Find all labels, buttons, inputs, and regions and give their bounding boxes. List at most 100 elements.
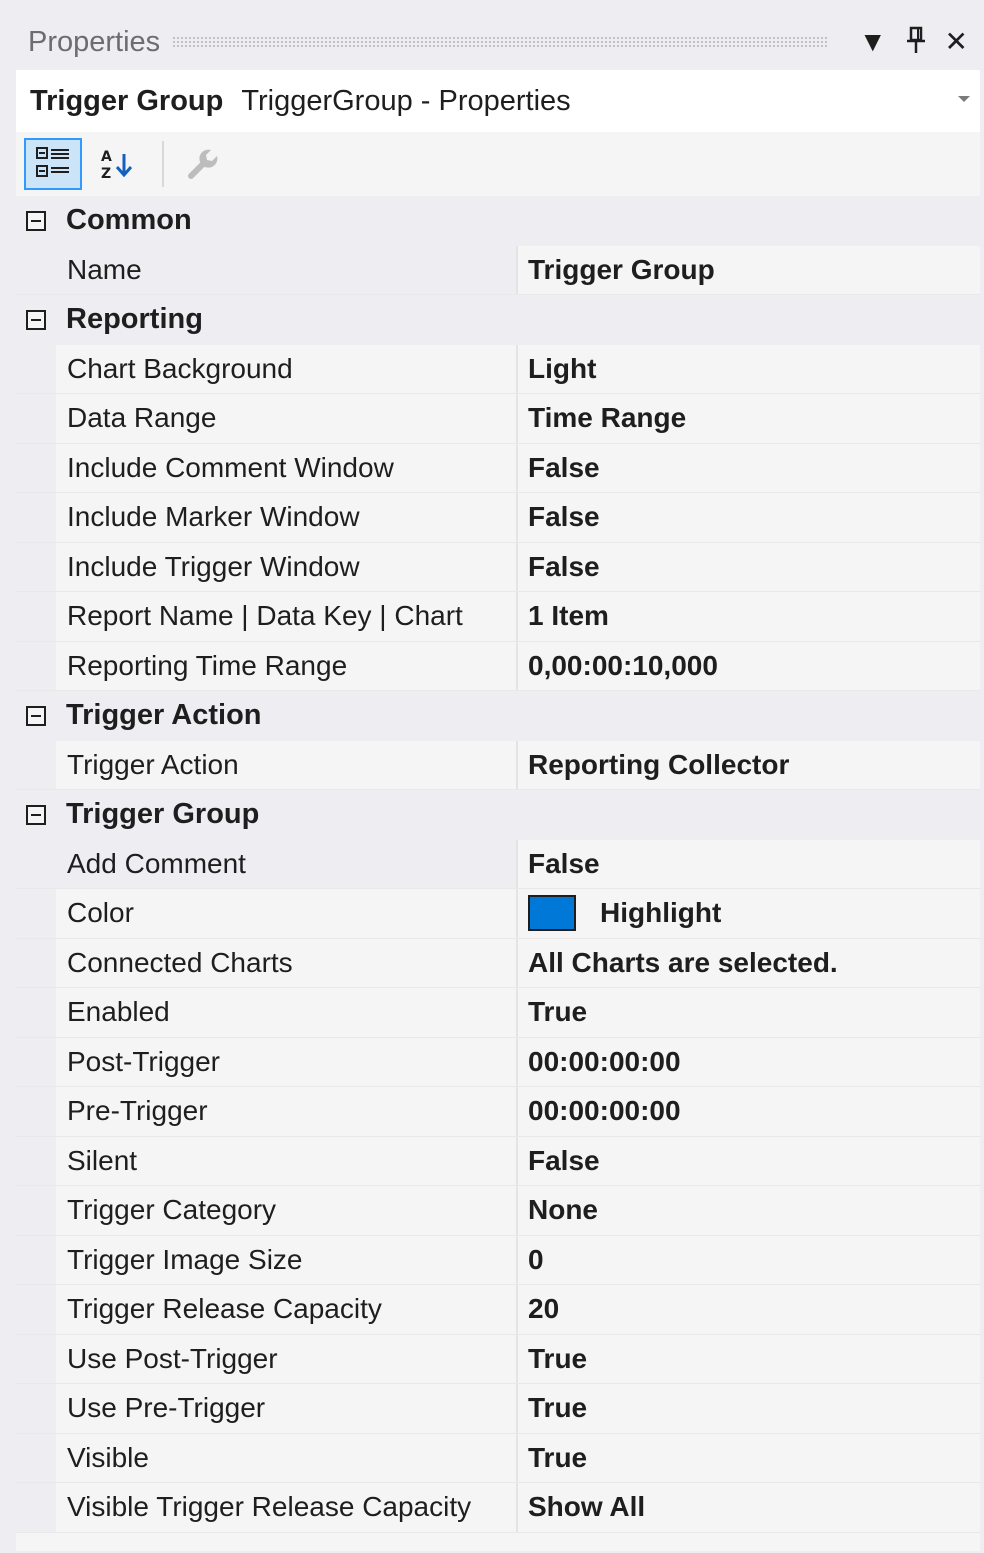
- property-name[interactable]: Name: [56, 245, 518, 294]
- property-value[interactable]: Time Range: [518, 394, 980, 443]
- property-value-text: None: [528, 1194, 598, 1226]
- property-row-connected-charts[interactable]: Connected Charts All Charts are selected.: [16, 938, 980, 988]
- property-name[interactable]: Trigger Category: [56, 1186, 518, 1235]
- property-value[interactable]: Highlight: [518, 889, 980, 938]
- object-selector[interactable]: Trigger Group TriggerGroup - Properties: [16, 70, 980, 132]
- category-trigger-group[interactable]: Trigger Group: [16, 790, 980, 840]
- property-value[interactable]: False: [518, 443, 980, 492]
- drag-grip[interactable]: [172, 36, 827, 48]
- category-reporting[interactable]: Reporting: [16, 295, 980, 345]
- property-value[interactable]: True: [518, 1384, 980, 1433]
- property-value[interactable]: False: [518, 839, 980, 888]
- property-name[interactable]: Data Range: [56, 394, 518, 443]
- property-row-name[interactable]: Name Trigger Group: [16, 245, 980, 295]
- property-row-report-name-data-key-chart[interactable]: Report Name | Data Key | Chart 1 Item: [16, 592, 980, 642]
- property-row-use-pre-trigger[interactable]: Use Pre-Trigger True: [16, 1384, 980, 1434]
- collapse-icon[interactable]: [26, 705, 46, 726]
- property-row-enabled[interactable]: Enabled True: [16, 988, 980, 1038]
- property-name[interactable]: Include Trigger Window: [56, 542, 518, 591]
- property-row-visible[interactable]: Visible True: [16, 1433, 980, 1483]
- row-gutter: [16, 1384, 56, 1433]
- property-name[interactable]: Visible: [56, 1433, 518, 1482]
- property-row-trigger-image-size[interactable]: Trigger Image Size 0: [16, 1235, 980, 1285]
- property-row-data-range[interactable]: Data Range Time Range: [16, 394, 980, 444]
- property-name[interactable]: Visible Trigger Release Capacity: [56, 1483, 518, 1532]
- property-row-include-trigger-window[interactable]: Include Trigger Window False: [16, 542, 980, 592]
- category-common[interactable]: Common: [16, 196, 980, 246]
- property-row-color[interactable]: Color Highlight: [16, 889, 980, 939]
- properties-panel: Properties ▼ ✕ Trigger Group TriggerGrou…: [16, 14, 980, 1551]
- row-gutter: [16, 1433, 56, 1482]
- property-name[interactable]: Report Name | Data Key | Chart: [56, 592, 518, 641]
- collapse-icon[interactable]: [26, 804, 46, 825]
- property-name[interactable]: Reporting Time Range: [56, 641, 518, 690]
- pin-icon[interactable]: [905, 26, 927, 59]
- property-value[interactable]: True: [518, 988, 980, 1037]
- property-value[interactable]: False: [518, 542, 980, 591]
- grid-footer: [16, 1532, 980, 1551]
- property-pages-button[interactable]: [174, 138, 232, 190]
- property-value[interactable]: 1 Item: [518, 592, 980, 641]
- wrench-icon: [188, 149, 218, 179]
- row-gutter: [16, 592, 56, 641]
- collapse-icon[interactable]: [26, 309, 46, 330]
- property-name[interactable]: Connected Charts: [56, 938, 518, 987]
- property-row-post-trigger[interactable]: Post-Trigger 00:00:00:00: [16, 1037, 980, 1087]
- property-name[interactable]: Enabled: [56, 988, 518, 1037]
- property-value[interactable]: 00:00:00:00: [518, 1037, 980, 1086]
- property-value[interactable]: True: [518, 1334, 980, 1383]
- property-value[interactable]: 20: [518, 1285, 980, 1334]
- collapse-icon[interactable]: [26, 210, 46, 231]
- alphabetical-button[interactable]: A Z: [88, 138, 146, 190]
- property-row-silent[interactable]: Silent False: [16, 1136, 980, 1186]
- property-name[interactable]: Include Comment Window: [56, 443, 518, 492]
- row-gutter: [16, 245, 56, 294]
- property-name[interactable]: Use Pre-Trigger: [56, 1384, 518, 1433]
- window-menu-icon[interactable]: ▼: [859, 28, 887, 56]
- close-icon[interactable]: ✕: [945, 28, 968, 56]
- category-label: Common: [66, 204, 192, 237]
- property-row-reporting-time-range[interactable]: Reporting Time Range 0,00:00:10,000: [16, 641, 980, 691]
- property-row-use-post-trigger[interactable]: Use Post-Trigger True: [16, 1334, 980, 1384]
- property-value[interactable]: True: [518, 1433, 980, 1482]
- row-gutter: [16, 1037, 56, 1086]
- property-name[interactable]: Trigger Release Capacity: [56, 1285, 518, 1334]
- chevron-down-icon[interactable]: [958, 96, 970, 102]
- property-value[interactable]: Reporting Collector: [518, 740, 980, 789]
- property-value[interactable]: None: [518, 1186, 980, 1235]
- property-value-text: 1 Item: [528, 600, 609, 632]
- property-row-include-marker-window[interactable]: Include Marker Window False: [16, 493, 980, 543]
- property-name[interactable]: Include Marker Window: [56, 493, 518, 542]
- property-row-include-comment-window[interactable]: Include Comment Window False: [16, 443, 980, 493]
- property-value[interactable]: False: [518, 1136, 980, 1185]
- property-row-visible-trigger-release-capacity[interactable]: Visible Trigger Release Capacity Show All: [16, 1483, 980, 1533]
- categorized-button[interactable]: [24, 138, 82, 190]
- property-row-trigger-action[interactable]: Trigger Action Reporting Collector: [16, 740, 980, 790]
- property-value[interactable]: 00:00:00:00: [518, 1087, 980, 1136]
- property-row-trigger-release-capacity[interactable]: Trigger Release Capacity 20: [16, 1285, 980, 1335]
- property-value[interactable]: 0: [518, 1235, 980, 1284]
- property-value[interactable]: All Charts are selected.: [518, 938, 980, 987]
- property-value[interactable]: False: [518, 493, 980, 542]
- property-name[interactable]: Chart Background: [56, 344, 518, 393]
- property-name[interactable]: Pre-Trigger: [56, 1087, 518, 1136]
- property-row-trigger-category[interactable]: Trigger Category None: [16, 1186, 980, 1236]
- properties-toolbar: A Z: [16, 132, 980, 196]
- property-row-pre-trigger[interactable]: Pre-Trigger 00:00:00:00: [16, 1087, 980, 1137]
- property-row-chart-background[interactable]: Chart Background Light: [16, 344, 980, 394]
- property-name[interactable]: Add Comment: [56, 839, 518, 888]
- property-name[interactable]: Post-Trigger: [56, 1037, 518, 1086]
- property-name[interactable]: Trigger Image Size: [56, 1235, 518, 1284]
- property-value[interactable]: Show All: [518, 1483, 980, 1532]
- property-name[interactable]: Silent: [56, 1136, 518, 1185]
- property-value-text: 20: [528, 1293, 560, 1325]
- property-name[interactable]: Trigger Action: [56, 740, 518, 789]
- property-value[interactable]: Light: [518, 344, 980, 393]
- property-name[interactable]: Color: [56, 889, 518, 938]
- property-value[interactable]: 0,00:00:10,000: [518, 641, 980, 690]
- property-name[interactable]: Use Post-Trigger: [56, 1334, 518, 1383]
- category-trigger-action[interactable]: Trigger Action: [16, 691, 980, 741]
- property-value[interactable]: Trigger Group: [518, 245, 980, 294]
- property-row-add-comment[interactable]: Add Comment False: [16, 839, 980, 889]
- row-gutter: [16, 542, 56, 591]
